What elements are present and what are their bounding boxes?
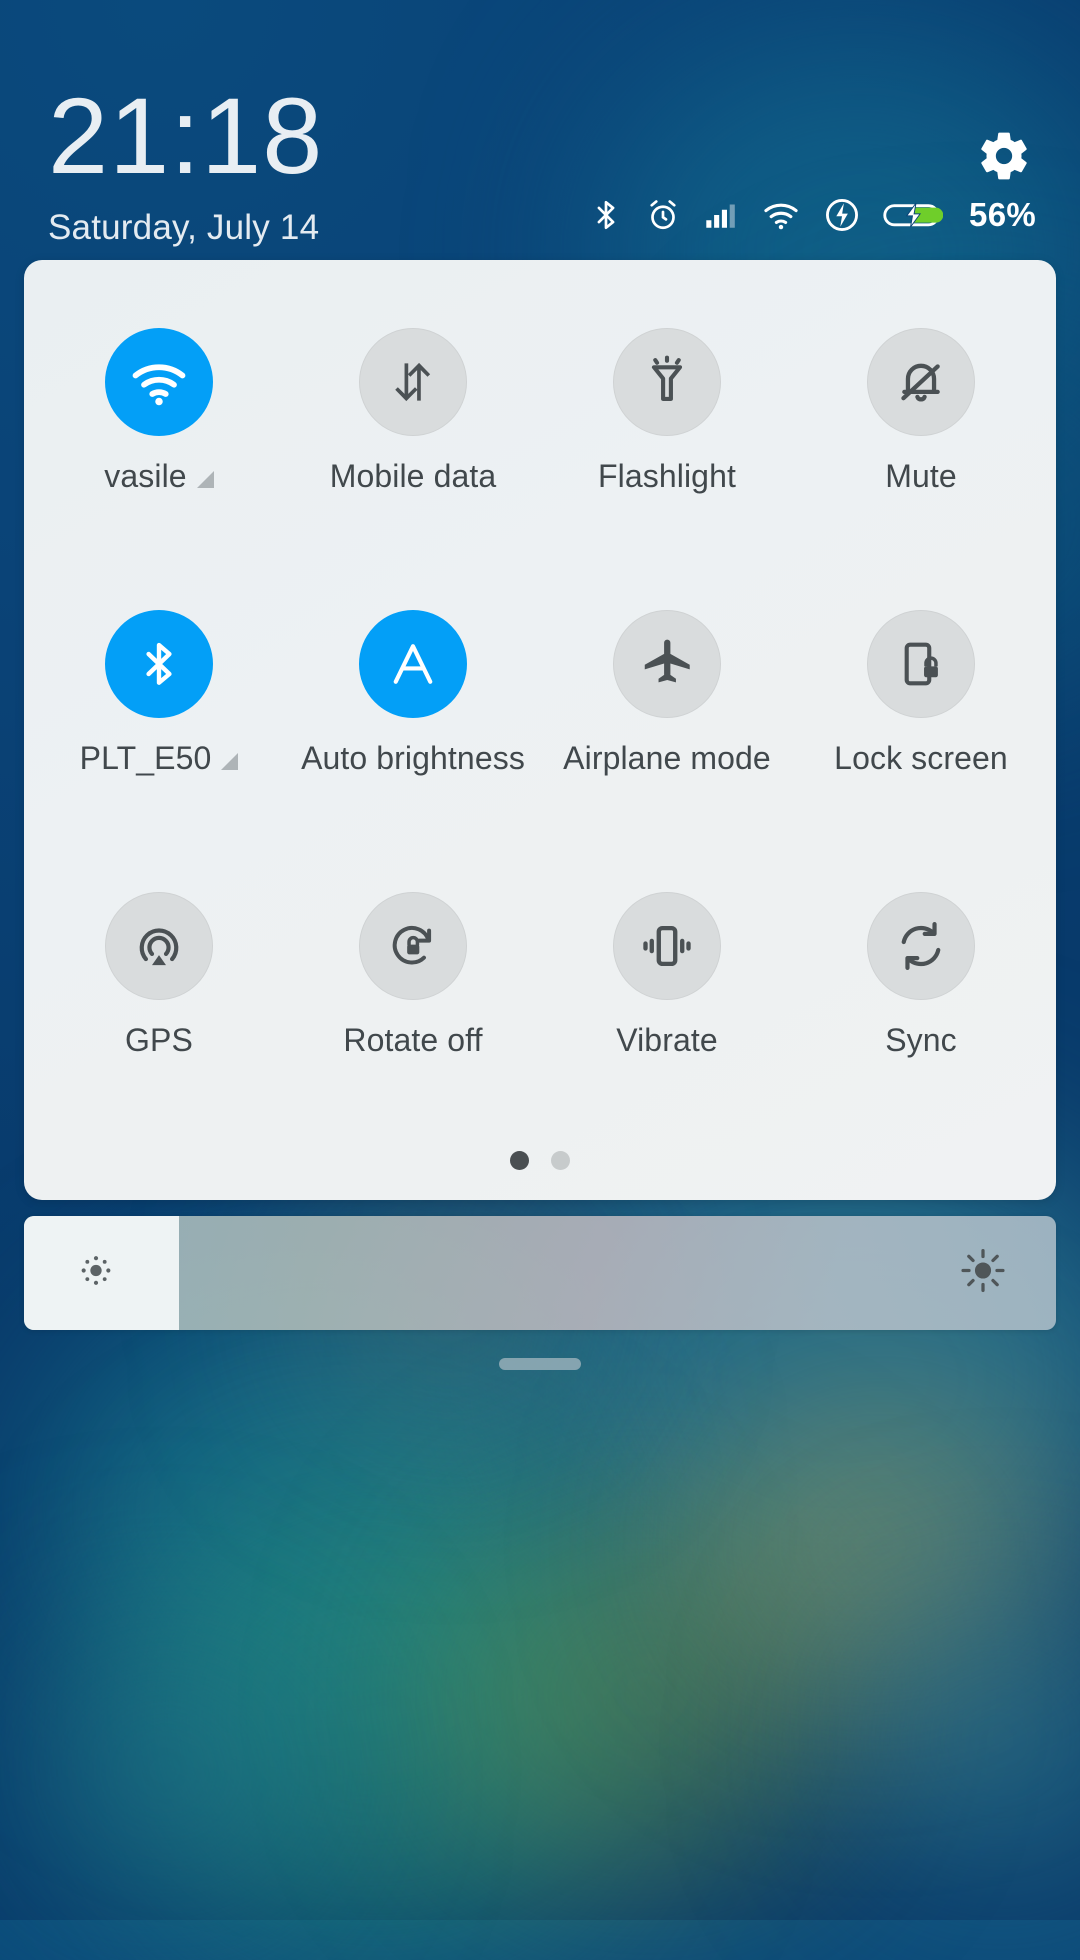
clock-date: Saturday, July 14	[48, 208, 320, 247]
quick-tile-label: Lock screen	[834, 739, 1008, 776]
brightness-low-icon	[76, 1251, 116, 1296]
quick-tile-label: Vibrate	[616, 1021, 718, 1058]
quick-tile-label: Mute	[885, 457, 957, 494]
alarm-icon	[645, 195, 681, 235]
clock-time: 21:18	[48, 75, 324, 196]
quick-tile-gps[interactable]: GPS	[32, 834, 286, 1116]
quick-tile-airplane-mode[interactable]: Airplane mode	[540, 552, 794, 834]
auto-brightness-icon	[359, 609, 467, 718]
vibrate-icon	[613, 891, 721, 1000]
quick-tile-wifi[interactable]: vasile	[32, 270, 286, 552]
quick-tile-label: Flashlight	[598, 457, 736, 494]
fast-charging-icon	[823, 196, 861, 234]
quick-tile-label-text: vasile	[104, 457, 187, 494]
expand-triangle-icon[interactable]	[221, 752, 239, 770]
sync-icon	[867, 891, 975, 1000]
expand-triangle-icon[interactable]	[196, 470, 214, 488]
flashlight-icon	[613, 327, 721, 436]
mobile-data-icon	[359, 327, 467, 436]
quick-settings-panel: vasile Mobile data Flashlight Mute PLT_E…	[24, 260, 1056, 1200]
clock-block: 21:18 Saturday, July 14	[48, 82, 323, 248]
wifi-icon	[761, 196, 801, 234]
quick-tile-label: PLT_E50	[80, 740, 239, 777]
bell-muted-icon	[867, 327, 975, 436]
quick-tile-label: vasile	[104, 457, 214, 495]
quick-tile-vibrate[interactable]: Vibrate	[540, 834, 794, 1116]
cellular-signal-icon	[703, 196, 739, 234]
quick-tile-auto-brightness[interactable]: Auto brightness	[286, 552, 540, 834]
page-dot-2[interactable]	[551, 1151, 570, 1170]
battery-percentage: 56%	[969, 196, 1036, 233]
settings-gear-icon[interactable]	[976, 128, 1032, 184]
quick-tile-label: Auto brightness	[301, 739, 525, 776]
quick-tile-lock-screen[interactable]: Lock screen	[794, 552, 1048, 834]
quick-tile-rotate-off[interactable]: Rotate off	[286, 834, 540, 1116]
rotate-lock-icon	[359, 891, 467, 1000]
bluetooth-icon	[589, 195, 623, 235]
panel-drag-handle[interactable]	[499, 1358, 581, 1370]
airplane-icon	[613, 609, 721, 718]
quick-tile-sync[interactable]: Sync	[794, 834, 1048, 1116]
page-indicator	[24, 1151, 1056, 1170]
quick-tile-label: Mobile data	[329, 457, 497, 494]
quick-tile-label-text: PLT_E50	[79, 739, 212, 776]
status-icons: 56%	[589, 190, 1036, 240]
quick-tile-mute[interactable]: Mute	[794, 270, 1048, 552]
quick-tile-label: Sync	[885, 1021, 957, 1058]
brightness-slider[interactable]	[24, 1216, 1056, 1330]
bluetooth-icon	[105, 609, 213, 718]
quick-tile-label: Rotate off	[343, 1021, 483, 1058]
quick-tile-flashlight[interactable]: Flashlight	[540, 270, 794, 552]
gps-icon	[105, 891, 213, 1000]
lock-screen-icon	[867, 609, 975, 718]
quick-tile-label: GPS	[125, 1021, 193, 1058]
brightness-high-icon	[960, 1248, 1006, 1299]
quick-tile-label: Airplane mode	[563, 739, 771, 776]
quick-tile-mobile-data[interactable]: Mobile data	[286, 270, 540, 552]
battery-charging-icon	[883, 197, 944, 233]
quick-tile-bluetooth[interactable]: PLT_E50	[32, 552, 286, 834]
page-dot-1[interactable]	[510, 1151, 529, 1170]
wallpaper-blob	[0, 1620, 330, 1920]
wifi-icon	[105, 327, 213, 436]
quick-settings-grid: vasile Mobile data Flashlight Mute PLT_E…	[24, 260, 1056, 1116]
